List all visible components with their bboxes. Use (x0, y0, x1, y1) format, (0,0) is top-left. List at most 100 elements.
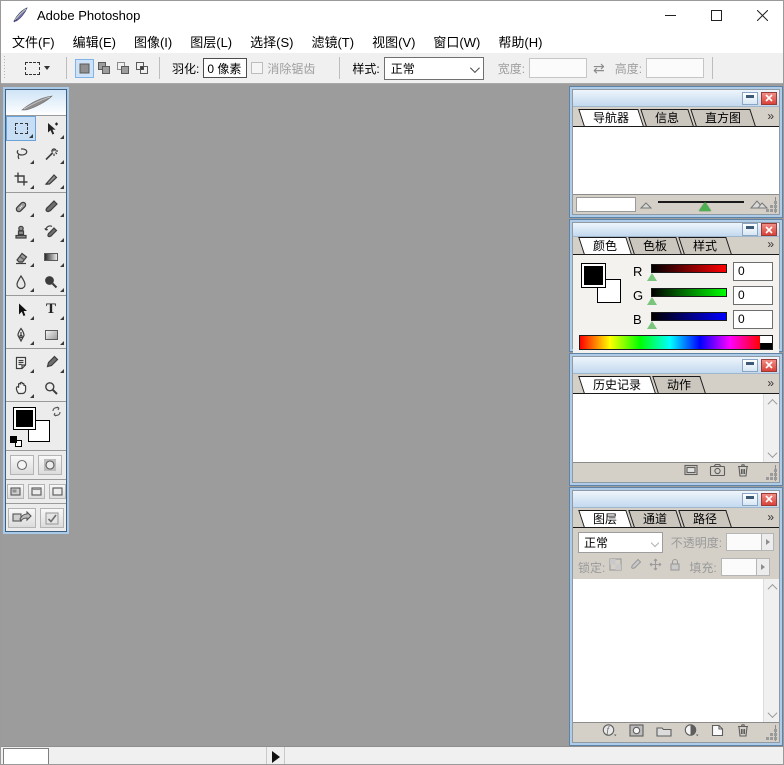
new-layer-group-button[interactable] (656, 724, 672, 742)
panel-menu-button[interactable] (767, 109, 773, 123)
rectangular-marquee-tool[interactable] (6, 116, 36, 141)
standard-mode-button[interactable] (10, 455, 34, 475)
zoom-tool[interactable] (36, 375, 66, 400)
foreground-color-swatch[interactable] (13, 407, 36, 430)
close-button[interactable] (739, 1, 783, 29)
navigator-zoom-input[interactable] (576, 197, 636, 212)
pen-tool[interactable] (6, 322, 36, 347)
red-value-input[interactable] (733, 261, 773, 281)
fullscreen-mode-button[interactable] (48, 484, 66, 499)
new-document-from-state-button[interactable] (683, 463, 699, 482)
tab-info[interactable]: 信息 (640, 109, 694, 126)
history-scrollbar[interactable] (763, 394, 779, 462)
eraser-tool[interactable] (6, 244, 36, 269)
blue-value-input[interactable] (733, 309, 773, 329)
menu-select[interactable]: 选择(S) (241, 29, 302, 54)
tab-channels[interactable]: 通道 (628, 510, 682, 527)
menu-view[interactable]: 视图(V) (363, 29, 424, 54)
panel-resize-grip[interactable] (767, 730, 777, 740)
new-layer-button[interactable] (711, 724, 724, 742)
healing-brush-tool[interactable] (6, 194, 36, 219)
panel-menu-button[interactable] (767, 237, 773, 251)
panel-close-button[interactable] (761, 91, 777, 105)
layers-panel-titlebar[interactable] (573, 491, 779, 508)
subtract-from-selection-button[interactable] (113, 59, 132, 78)
new-snapshot-button[interactable] (709, 463, 726, 482)
lock-all-icon[interactable] (669, 558, 681, 576)
blue-channel-slider[interactable] (647, 310, 727, 329)
notes-tool[interactable] (6, 350, 36, 375)
magic-wand-tool[interactable] (36, 141, 66, 166)
dodge-tool[interactable] (36, 269, 66, 294)
panel-minimize-button[interactable] (742, 358, 758, 372)
opacity-popup-button[interactable] (762, 533, 774, 551)
clone-stamp-tool[interactable] (6, 219, 36, 244)
zoom-slider-track[interactable] (658, 200, 744, 211)
edit-in-imageready-button[interactable] (8, 508, 36, 528)
color-spectrum-bar[interactable] (579, 335, 773, 350)
green-channel-slider[interactable] (647, 286, 727, 305)
intersect-selection-button[interactable] (132, 59, 151, 78)
status-zoom-input[interactable] (3, 747, 49, 764)
menu-edit[interactable]: 编辑(E) (64, 29, 125, 54)
feather-input[interactable] (203, 58, 248, 78)
tab-color[interactable]: 颜色 (578, 237, 632, 254)
add-layer-mask-button[interactable] (629, 723, 644, 742)
type-tool[interactable]: T (36, 297, 66, 322)
shape-tool[interactable] (36, 322, 66, 347)
toolbox-titlebar[interactable] (6, 90, 66, 116)
style-select[interactable]: 正常 (383, 56, 484, 80)
foreground-color-swatch[interactable] (581, 263, 606, 288)
lock-position-icon[interactable] (649, 558, 662, 576)
default-colors-icon[interactable] (10, 436, 22, 447)
tab-paths[interactable]: 路径 (678, 510, 732, 527)
tab-styles[interactable]: 样式 (678, 237, 732, 254)
delete-state-button[interactable] (736, 463, 750, 482)
menu-image[interactable]: 图像(I) (125, 29, 181, 54)
color-panel-titlebar[interactable] (573, 223, 779, 237)
panel-close-button[interactable] (761, 492, 777, 506)
swap-dimensions-icon[interactable]: ⇄ (593, 60, 605, 77)
menu-filter[interactable]: 滤镜(T) (302, 29, 363, 54)
red-slider-thumb[interactable] (647, 273, 657, 281)
zoom-in-icon[interactable] (749, 196, 769, 214)
swap-colors-icon[interactable] (50, 405, 63, 418)
antialias-checkbox[interactable] (251, 62, 264, 74)
history-panel-titlebar[interactable] (573, 357, 779, 374)
panel-menu-button[interactable] (767, 376, 773, 390)
zoom-slider-thumb[interactable] (699, 201, 712, 211)
brush-tool[interactable] (36, 194, 66, 219)
menu-file[interactable]: 文件(F) (3, 29, 64, 54)
panel-minimize-button[interactable] (742, 492, 758, 506)
crop-tool[interactable] (6, 166, 36, 191)
green-slider-thumb[interactable] (647, 297, 657, 305)
fill-input[interactable] (720, 558, 757, 576)
panel-minimize-button[interactable] (742, 223, 758, 236)
path-selection-tool[interactable] (6, 297, 36, 322)
width-input[interactable] (529, 58, 588, 78)
tool-preset-button[interactable] (16, 56, 58, 80)
panel-minimize-button[interactable] (742, 91, 758, 105)
slice-tool[interactable] (36, 166, 66, 191)
maximize-button[interactable] (693, 1, 739, 29)
panel-menu-button[interactable] (767, 510, 773, 524)
new-adjustment-layer-button[interactable] (684, 723, 699, 742)
height-input[interactable] (646, 58, 705, 78)
hand-tool[interactable] (6, 375, 36, 400)
add-to-selection-button[interactable] (94, 59, 113, 78)
panel-close-button[interactable] (761, 358, 777, 372)
tab-history[interactable]: 历史记录 (578, 376, 656, 393)
quick-mask-mode-button[interactable] (38, 455, 62, 475)
toolbox-check-button[interactable] (40, 508, 64, 528)
lasso-tool[interactable] (6, 141, 36, 166)
navigator-panel-titlebar[interactable] (573, 90, 779, 107)
options-bar-grip[interactable] (3, 56, 8, 80)
tab-histogram[interactable]: 直方图 (690, 109, 756, 126)
menu-window[interactable]: 窗口(W) (424, 29, 489, 54)
lock-image-icon[interactable] (629, 558, 642, 576)
new-selection-button[interactable] (75, 58, 94, 78)
scroll-down-icon[interactable] (764, 706, 779, 722)
fullscreen-menu-mode-button[interactable] (27, 484, 45, 499)
panel-resize-grip[interactable] (767, 202, 777, 212)
lock-transparency-icon[interactable] (609, 558, 622, 576)
